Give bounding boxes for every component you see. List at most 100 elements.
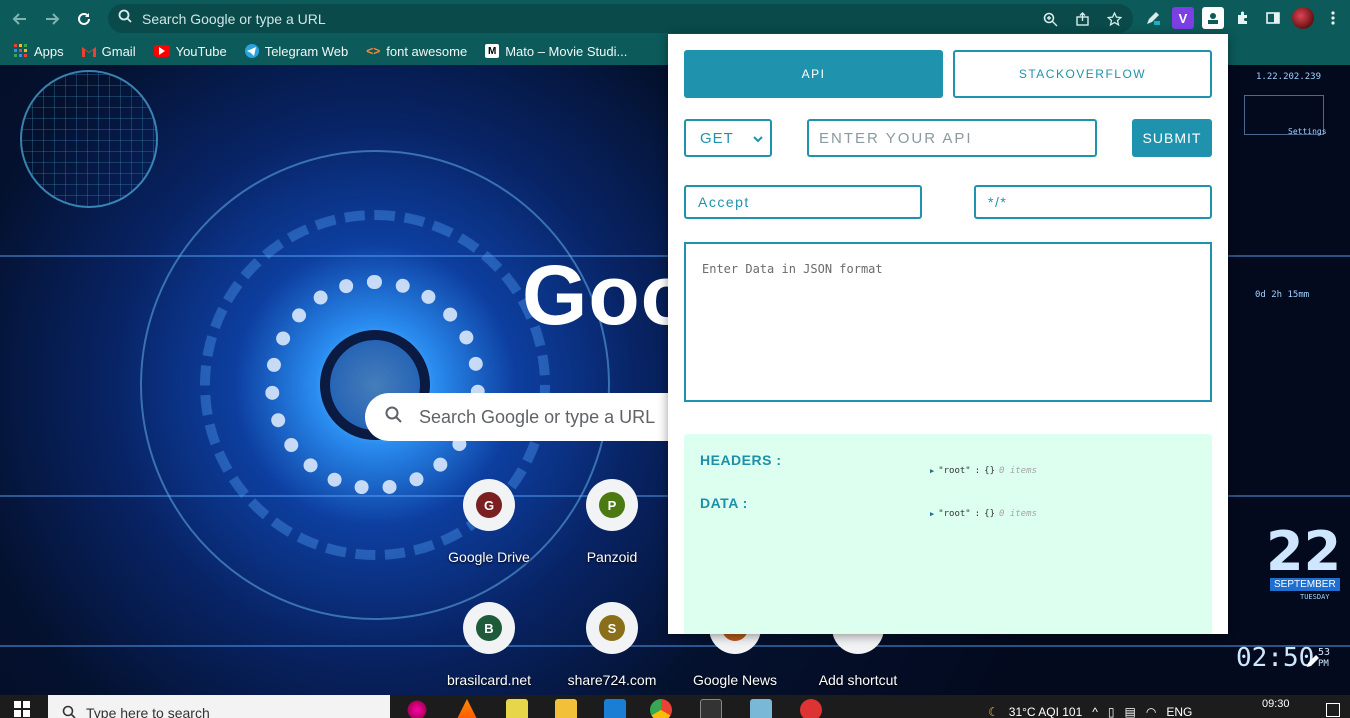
snipping-tool-icon[interactable] [750,699,772,718]
bookmark-youtube[interactable]: YouTube [153,43,227,59]
weather-moon-icon[interactable]: ☾ [988,705,999,718]
shortcut-label: Panzoid [586,549,638,565]
youtube-icon [153,45,170,57]
shortcut-tile: B [463,602,515,654]
json-item-count: 0 items [999,509,1037,519]
zoom-icon[interactable] [1041,10,1059,28]
language-indicator[interactable]: ENG [1166,705,1192,718]
json-key: "root" [938,466,971,476]
omnibox-text: Search Google or type a URL [142,10,326,27]
terminal-icon[interactable] [700,699,722,718]
shortcut-letter: S [599,615,625,641]
customize-pencil-icon[interactable] [1300,648,1326,674]
vlc-icon[interactable] [456,699,478,718]
vscode-icon[interactable] [604,699,626,718]
hud-day-number: 22 [1266,520,1342,583]
kebab-menu-icon[interactable] [1322,7,1344,29]
ntp-search-placeholder: Search Google or type a URL [419,406,656,427]
submit-button[interactable]: SUBMIT [1132,119,1212,157]
tab-api[interactable]: API [684,50,943,98]
media-player-icon[interactable] [406,699,428,718]
forward-arrow-icon[interactable] [40,7,64,31]
browser-toolbar: Search Google or type a URL V [0,0,1350,37]
json-value: {} [984,509,995,519]
bookmark-telegram[interactable]: Telegram Web [244,44,348,59]
shortcut-brasilcard[interactable]: B brasilcard.net [433,602,545,688]
shortcut-label: Add shortcut [818,672,898,688]
json-separator: : [974,466,981,476]
back-arrow-icon[interactable] [8,7,32,31]
hud-month: SEPTEMBER [1270,578,1340,591]
bookmark-label: Apps [34,43,64,59]
shortcut-tile: P [586,479,638,531]
api-url-input[interactable]: ENTER YOUR API [807,119,1097,157]
shortcut-google-drive[interactable]: G Google Drive [433,479,545,565]
taskbar-clock[interactable]: 09:30 [1262,698,1290,710]
share-icon[interactable] [1073,10,1091,28]
hud-ip-address: 1.22.202.239 [1256,72,1322,82]
json-item-count: 0 items [999,466,1037,476]
search-icon [385,406,403,429]
expand-triangle-icon: ▶ [930,510,935,518]
response-panel: HEADERS : ▶ "root" : {} 0 items DATA : ▶… [684,434,1212,634]
shortcut-share724[interactable]: S share724.com [556,602,668,688]
side-panel-icon[interactable] [1262,7,1284,29]
puzzle-extensions-icon[interactable] [1232,7,1254,29]
shortcut-tile: S [586,602,638,654]
shortcut-letter: B [476,615,502,641]
bookmark-label: Mato – Movie Studi... [505,43,628,59]
bookmark-font-awesome[interactable]: <> font awesome [366,44,467,59]
reload-icon[interactable] [72,7,96,31]
taskbar-search-placeholder: Type here to search [86,705,210,718]
weather-text[interactable]: 31°C AQI 101 [1009,705,1083,718]
data-label: DATA : [700,495,748,511]
paint-icon[interactable] [800,699,822,718]
http-method-value: GET [700,129,734,147]
bookmark-star-icon[interactable] [1105,10,1123,28]
notification-icon[interactable] [1326,703,1340,717]
omnibox[interactable]: Search Google or type a URL [108,4,1133,33]
v-extension-icon[interactable]: V [1172,7,1194,29]
battery-icon[interactable]: ▯ [1108,705,1115,718]
system-tray: ☾ 31°C AQI 101 ^ ▯ ▤ ◠ ENG [988,705,1192,718]
chevron-up-icon[interactable]: ^ [1092,705,1098,718]
data-json-tree[interactable]: ▶ "root" : {} 0 items [930,509,1037,519]
apps-grid-icon [14,44,28,58]
http-method-select[interactable]: GET [684,119,772,157]
search-icon [62,705,76,718]
hud-countdown: 0d 2h 15mm [1255,290,1310,300]
telegram-icon [244,44,259,58]
mato-icon: M [485,44,500,58]
edit-extension-icon[interactable] [1142,7,1164,29]
json-separator: : [974,509,981,519]
tab-stackoverflow[interactable]: STACKOVERFLOW [953,50,1212,98]
json-value: {} [984,466,995,476]
windows-start-icon[interactable] [14,701,34,718]
shortcut-tile: G [463,479,515,531]
shortcut-label: brasilcard.net [446,672,532,688]
api-tester-extension-icon[interactable] [1202,7,1224,29]
network-icon[interactable]: ▤ [1125,705,1136,718]
header-value-input[interactable]: */* [974,185,1212,219]
bookmark-label: Gmail [101,43,136,59]
hud-weekday: TUESDAY [1300,593,1330,601]
json-key: "root" [938,509,971,519]
headers-json-tree[interactable]: ▶ "root" : {} 0 items [930,466,1037,476]
json-body-textarea[interactable]: Enter Data in JSON format [684,242,1212,402]
bookmark-gmail[interactable]: Gmail [81,43,136,59]
shortcut-panzoid[interactable]: P Panzoid [556,479,668,565]
chrome-icon[interactable] [650,699,672,718]
notepad-icon[interactable] [506,699,528,718]
shortcut-label: Google Drive [448,549,530,565]
shortcut-label: share724.com [567,672,657,688]
bookmark-label: YouTube [175,43,227,59]
wireframe-globe-decoration [20,70,158,208]
file-explorer-icon[interactable] [555,699,577,718]
taskbar-search[interactable]: Type here to search [48,695,390,718]
bookmark-mato[interactable]: M Mato – Movie Studi... [485,44,627,59]
wifi-icon[interactable]: ◠ [1146,705,1156,718]
bookmark-apps[interactable]: Apps [14,44,64,59]
code-icon: <> [366,44,381,58]
header-key-input[interactable]: Accept [684,185,922,219]
profile-avatar[interactable] [1292,7,1314,29]
